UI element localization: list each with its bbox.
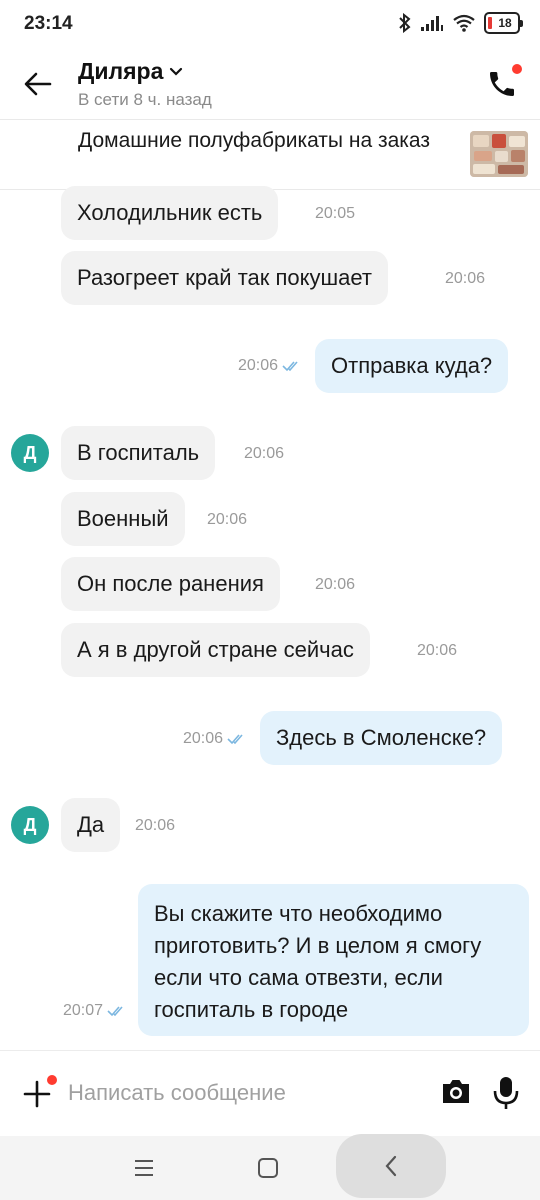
message-time: 20:06 xyxy=(135,817,176,834)
system-navigation-bar xyxy=(0,1134,540,1200)
status-icons: 18 xyxy=(398,12,523,34)
system-back-button[interactable] xyxy=(336,1134,446,1198)
message-bubble-outgoing[interactable]: Отправка куда? xyxy=(315,339,509,393)
message-bubble-incoming[interactable]: Да xyxy=(61,798,121,852)
avatar[interactable]: Д xyxy=(11,434,49,472)
message-bubble-incoming[interactable]: Он после ранения xyxy=(61,557,280,611)
message-bubble-incoming[interactable]: Холодильник есть xyxy=(61,186,279,240)
message-bubble-incoming[interactable]: Военный xyxy=(61,492,185,546)
arrow-left-icon xyxy=(24,72,52,96)
message-text: Вы скажите что необходимо приготовить? И… xyxy=(154,901,482,1022)
wifi-icon xyxy=(453,14,475,32)
signal-icon xyxy=(421,16,443,31)
message-text: Военный xyxy=(77,506,169,531)
bluetooth-icon xyxy=(399,13,411,33)
chat-screen: 23:14 18 Диляра В сети 8 ч. назад Домашн… xyxy=(0,0,540,1200)
call-button[interactable] xyxy=(486,64,522,102)
attach-button[interactable] xyxy=(22,1075,57,1109)
message-time: 20:06 xyxy=(315,576,356,593)
message-bubble-outgoing[interactable]: Вы скажите что необходимо приготовить? И… xyxy=(138,884,529,1036)
contact-status: В сети 8 ч. назад xyxy=(78,90,212,109)
message-time: 20:06 xyxy=(244,445,285,462)
message-time: 20:06 xyxy=(207,511,248,528)
message-time: 20:06 xyxy=(417,642,458,659)
message-text: А я в другой стране сейчас xyxy=(77,637,354,662)
message-bubble-outgoing[interactable]: Здесь в Смоленске? xyxy=(260,711,503,765)
battery-icon: 18 xyxy=(484,12,523,34)
message-text: Здесь в Смоленске? xyxy=(276,725,487,750)
listing-thumbnail[interactable] xyxy=(470,131,528,177)
double-check-icon xyxy=(282,361,298,372)
microphone-button[interactable] xyxy=(492,1075,522,1111)
message-input[interactable] xyxy=(68,1073,418,1113)
message-text: Отправка куда? xyxy=(331,353,493,378)
message-text: Разогреет край так покушает xyxy=(77,265,372,290)
contact-name-dropdown[interactable]: Диляра xyxy=(78,58,183,85)
chevron-left-icon xyxy=(385,1155,397,1177)
message-text: В госпиталь xyxy=(77,440,200,465)
microphone-icon xyxy=(493,1077,519,1109)
message-bubble-incoming[interactable]: Разогреет край так покушает xyxy=(61,251,388,305)
camera-button[interactable] xyxy=(440,1077,474,1111)
chat-header: Диляра В сети 8 ч. назад xyxy=(0,48,540,120)
attach-notification-dot xyxy=(47,1075,57,1085)
message-text: Он после ранения xyxy=(77,571,264,596)
message-time: 20:07 xyxy=(63,1002,127,1020)
back-button[interactable] xyxy=(20,66,56,102)
double-check-icon xyxy=(107,1006,123,1017)
listing-title: Домашние полуфабрикаты на заказ xyxy=(78,129,430,152)
call-notification-dot xyxy=(512,64,522,74)
home-button[interactable] xyxy=(240,1144,296,1192)
battery-level: 18 xyxy=(498,16,512,30)
status-time: 23:14 xyxy=(24,13,73,34)
menu-lines-icon xyxy=(135,1160,153,1176)
message-text: Да xyxy=(77,812,105,837)
status-bar: 23:14 18 xyxy=(0,0,540,48)
message-time: 20:05 xyxy=(315,205,356,222)
message-bubble-incoming[interactable]: В госпиталь xyxy=(61,426,216,480)
recent-apps-button[interactable] xyxy=(116,1144,172,1192)
message-text: Холодильник есть xyxy=(77,200,263,225)
message-time: 20:06 xyxy=(183,730,247,748)
message-time: 20:06 xyxy=(238,357,302,375)
listing-photo xyxy=(470,131,528,177)
message-bubble-incoming[interactable]: А я в другой стране сейчас xyxy=(61,623,370,677)
message-time: 20:06 xyxy=(445,270,486,287)
camera-icon xyxy=(443,1080,469,1103)
message-composer xyxy=(0,1050,540,1136)
square-home-icon xyxy=(258,1158,278,1178)
avatar[interactable]: Д xyxy=(11,806,49,844)
chevron-down-icon xyxy=(170,67,183,76)
listing-bar[interactable]: Домашние полуфабрикаты на заказ xyxy=(0,120,540,190)
double-check-icon xyxy=(227,734,243,745)
contact-name: Диляра xyxy=(78,58,164,84)
